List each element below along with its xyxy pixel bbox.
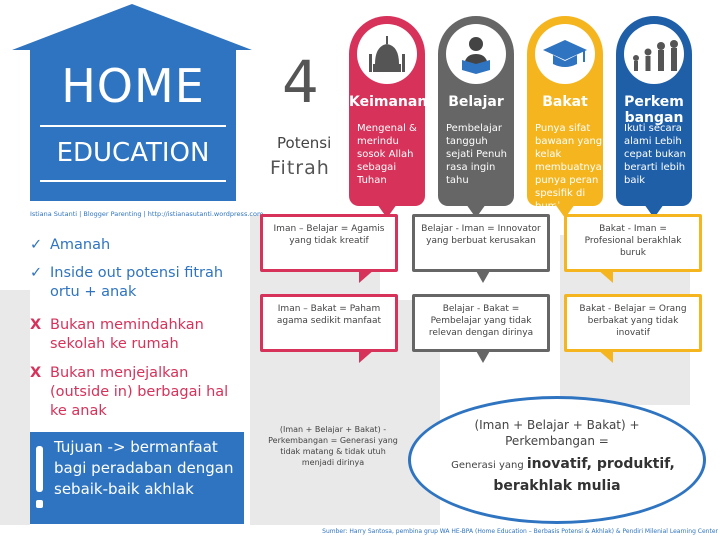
relation-box: Bakat - Belajar = Orang berbakat yang ti… <box>564 294 702 363</box>
exclamation-icon <box>36 446 44 510</box>
relation-text: Belajar - Iman = Innovator yang berbuat … <box>421 224 541 246</box>
summary-line: (Iman + Belajar + Bakat) + <box>474 418 640 432</box>
potensi-label: Potensi <box>277 134 332 152</box>
relation-box: Bakat - Iman = Profesional berakhlak bur… <box>564 214 702 283</box>
pin-perkembangan: Perkem bangan Ikuti secara alami Lebih c… <box>616 16 692 218</box>
summary-prefix: Generasi yang <box>451 460 524 471</box>
summary-line: Perkembangan = <box>505 434 609 448</box>
summary-highlight: inovatif, produktif, <box>526 456 675 472</box>
house-subtitle: EDUCATION <box>56 138 210 168</box>
mosque-icon <box>357 24 417 84</box>
pin-title: Bakat <box>542 94 588 110</box>
pin-body: Punya sifat bawaan yang kelak membuatnya… <box>535 123 603 212</box>
house-roof <box>12 4 252 50</box>
goal-text: Tujuan -> bermanfaat bagi peradaban deng… <box>54 438 234 498</box>
summary-line: Generasi yang inovatif, produktif, <box>428 456 698 472</box>
house-title: HOME <box>61 59 205 113</box>
summary-line: berakhlak mulia <box>493 478 621 494</box>
pin-belajar: Belajar Pembelajar tangguh sejati Penuh … <box>438 16 514 218</box>
pin-body: Pembelajar tangguh sejati Penuh rasa ing… <box>446 123 507 186</box>
author-credit: Istiana Sutanti | Blogger Parenting | ht… <box>30 210 264 218</box>
human-growth-icon <box>624 24 684 84</box>
relation-text: Belajar - Bakat = Pembelajar yang tidak … <box>428 304 534 338</box>
relation-text: Iman – Belajar = Agamis yang tidak kreat… <box>273 224 385 246</box>
reading-person-icon <box>446 24 506 84</box>
relation-text: Bakat - Iman = Profesional berakhlak bur… <box>584 224 682 258</box>
pin-keimanan: Keimanan Mengenal & merindu sosok Allah … <box>349 16 428 218</box>
fitrah-label: Fitrah <box>270 157 330 179</box>
divider <box>40 125 226 127</box>
graduation-cap-icon <box>535 24 595 84</box>
cross-icon: X <box>30 317 42 333</box>
point-item: X Bukan memindahkan sekolah ke rumah <box>30 316 240 354</box>
point-text: Amanah <box>50 237 111 253</box>
pin-bakat: Bakat Punya sifat bawaan yang kelak memb… <box>527 16 603 218</box>
relation-box: Iman – Belajar = Agamis yang tidak kreat… <box>260 214 398 283</box>
check-icon: ✓ <box>30 265 43 281</box>
relation-text: Bakat - Belajar = Orang berbakat yang ti… <box>579 304 687 338</box>
potensi-number: 4 <box>282 48 319 116</box>
background-building <box>0 290 30 525</box>
point-text: Inside out potensi fitrah ortu + anak <box>50 265 224 300</box>
relation-text: Iman – Bakat = Paham agama sedikit manfa… <box>276 304 382 326</box>
point-text: Bukan menjejalkan (outside in) berbagai … <box>50 365 229 419</box>
pin-body: Ikuti secara alami Lebih cepat bukan ber… <box>624 123 686 186</box>
relation-box: Iman – Bakat = Paham agama sedikit manfa… <box>260 294 398 363</box>
point-item: ✓ Inside out potensi fitrah ortu + anak <box>30 264 240 302</box>
cross-icon: X <box>30 365 42 381</box>
point-item: ✓ Amanah <box>30 236 240 255</box>
source-credit: Sumber: Harry Santosa, pembina grup WA H… <box>322 528 718 535</box>
relation-box: Belajar - Bakat = Pembelajar yang tidak … <box>412 294 550 363</box>
divider <box>40 180 226 182</box>
relation-box: Belajar - Iman = Innovator yang berbuat … <box>412 214 550 283</box>
perkembangan-note: (Iman + Belajar + Bakat) - Perkembangan … <box>268 425 398 467</box>
pin-body: Mengenal & merindu sosok Allah sebagai T… <box>357 123 417 186</box>
point-text: Bukan memindahkan sekolah ke rumah <box>50 317 204 352</box>
pin-title: Keimanan <box>349 94 428 110</box>
point-item: X Bukan menjejalkan (outside in) berbaga… <box>30 364 240 421</box>
pin-title: Belajar <box>448 94 504 110</box>
check-icon: ✓ <box>30 237 43 253</box>
